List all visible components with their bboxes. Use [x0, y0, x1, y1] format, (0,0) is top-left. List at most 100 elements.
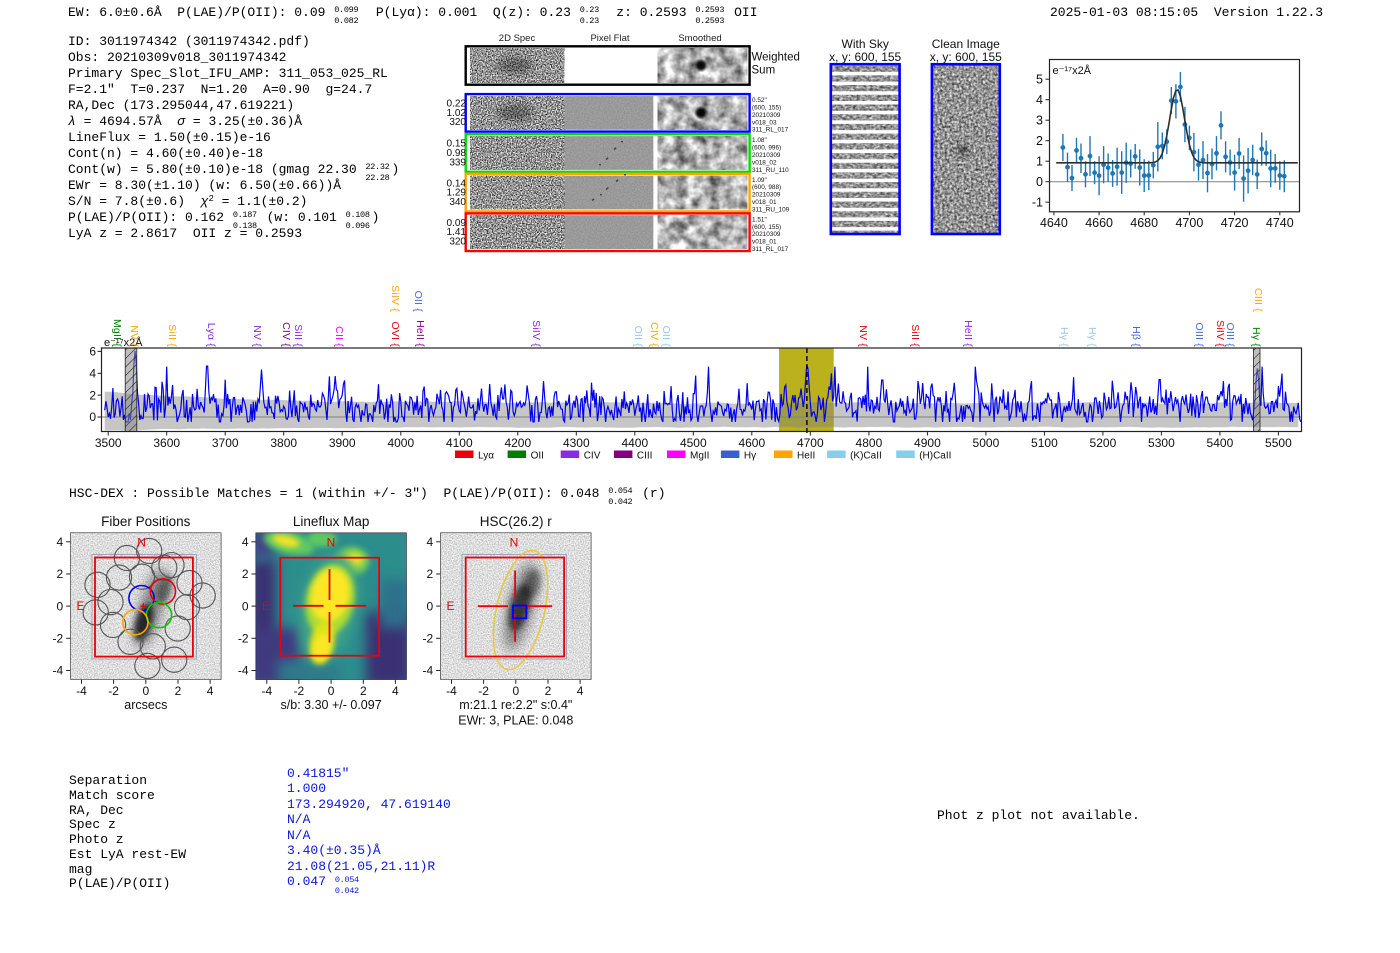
svg-text:4680: 4680: [1130, 216, 1158, 230]
svg-text:N: N: [510, 536, 519, 550]
svg-text:4700: 4700: [1175, 216, 1203, 230]
svg-text:Hγ: Hγ: [744, 451, 756, 462]
svg-text:4: 4: [57, 535, 64, 549]
svg-text:HSC(26.2) r: HSC(26.2) r: [480, 514, 553, 529]
svg-text:2: 2: [360, 684, 367, 698]
svg-text:4300: 4300: [563, 436, 590, 450]
svg-text:0: 0: [427, 599, 434, 613]
svg-text:Fiber Positions: Fiber Positions: [101, 514, 191, 529]
svg-text:4900: 4900: [914, 436, 941, 450]
svg-text:4400: 4400: [621, 436, 648, 450]
svg-text:x, y: 600, 155: x, y: 600, 155: [829, 50, 901, 64]
svg-text:5: 5: [1036, 72, 1043, 86]
svg-text:(600, 996): (600, 996): [752, 145, 781, 152]
svg-text:-4: -4: [53, 664, 64, 678]
svg-text:4600: 4600: [738, 436, 765, 450]
svg-text:EWr: 3, PLAE: 0.048: EWr: 3, PLAE: 0.048: [458, 714, 573, 728]
svg-text:4740: 4740: [1266, 216, 1294, 230]
svg-text:-4: -4: [76, 684, 87, 698]
svg-text:N: N: [137, 536, 146, 550]
svg-text:320: 320: [449, 117, 466, 128]
svg-text:2: 2: [242, 567, 249, 581]
svg-text:0.52": 0.52": [752, 97, 767, 104]
svg-text:4660: 4660: [1085, 216, 1113, 230]
svg-text:320: 320: [449, 237, 466, 248]
svg-text:x, y: 600, 155: x, y: 600, 155: [930, 50, 1002, 64]
svg-text:-2: -2: [478, 684, 489, 698]
svg-text:3600: 3600: [153, 436, 180, 450]
svg-text:4640: 4640: [1040, 216, 1068, 230]
svg-text:4720: 4720: [1221, 216, 1249, 230]
svg-text:3900: 3900: [329, 436, 356, 450]
svg-text:Clean Image: Clean Image: [932, 37, 1000, 51]
svg-text:4500: 4500: [680, 436, 707, 450]
svg-text:m:21.1 re:2.2" s:0.4": m:21.1 re:2.2" s:0.4": [459, 698, 572, 712]
svg-text:1.09": 1.09": [752, 177, 767, 184]
svg-text:20210309: 20210309: [752, 152, 781, 159]
svg-text:With Sky: With Sky: [842, 37, 889, 51]
svg-text:3: 3: [1036, 113, 1043, 127]
svg-text:0: 0: [242, 599, 249, 613]
svg-text:5200: 5200: [1090, 436, 1117, 450]
svg-text:20210309: 20210309: [752, 192, 781, 199]
svg-text:20210309: 20210309: [752, 231, 781, 238]
svg-text:0: 0: [89, 410, 96, 424]
svg-text:4: 4: [242, 535, 249, 549]
svg-text:1: 1: [1036, 154, 1043, 168]
svg-text:(600, 155): (600, 155): [752, 105, 781, 112]
svg-text:20210309: 20210309: [752, 112, 781, 119]
svg-text:-2: -2: [294, 684, 305, 698]
svg-text:-4: -4: [423, 664, 434, 678]
svg-text:1.08": 1.08": [752, 137, 767, 144]
svg-text:v018_03: v018_03: [752, 119, 777, 126]
svg-text:4000: 4000: [387, 436, 414, 450]
svg-text:5500: 5500: [1265, 436, 1292, 450]
svg-text:(H)CaII: (H)CaII: [919, 451, 951, 462]
svg-text:2: 2: [1036, 134, 1043, 148]
svg-text:Weighted: Weighted: [752, 52, 800, 64]
svg-text:(K)CaII: (K)CaII: [850, 451, 882, 462]
svg-text:CIV: CIV: [584, 451, 601, 462]
svg-text:5400: 5400: [1207, 436, 1234, 450]
svg-text:311_RU_109: 311_RU_109: [752, 206, 790, 213]
svg-text:3500: 3500: [95, 436, 122, 450]
svg-text:3700: 3700: [212, 436, 239, 450]
svg-text:4700: 4700: [797, 436, 824, 450]
svg-text:v018_01: v018_01: [752, 199, 777, 206]
svg-text:HeII: HeII: [797, 451, 815, 462]
svg-text:CIII: CIII: [637, 451, 653, 462]
svg-text:(600, 988): (600, 988): [752, 184, 781, 191]
svg-text:-4: -4: [446, 684, 457, 698]
svg-text:OII: OII: [531, 451, 544, 462]
svg-text:311_RL_017: 311_RL_017: [752, 127, 789, 134]
svg-text:311_RU_110: 311_RU_110: [752, 167, 789, 174]
svg-text:0: 0: [512, 684, 519, 698]
svg-text:5000: 5000: [973, 436, 1000, 450]
svg-text:v018_01: v018_01: [752, 239, 777, 246]
svg-text:(600, 155): (600, 155): [752, 224, 781, 231]
svg-text:2: 2: [89, 388, 96, 402]
svg-text:Smoothed: Smoothed: [678, 33, 721, 44]
svg-text:0: 0: [142, 684, 149, 698]
svg-text:2: 2: [545, 684, 552, 698]
svg-text:s/b: 3.30 +/- 0.097: s/b: 3.30 +/- 0.097: [281, 698, 382, 712]
svg-text:-2: -2: [53, 632, 64, 646]
svg-text:0: 0: [328, 684, 335, 698]
svg-text:MgII: MgII: [690, 451, 709, 462]
svg-text:5300: 5300: [1148, 436, 1175, 450]
svg-text:3800: 3800: [270, 436, 297, 450]
svg-text:-2: -2: [108, 684, 119, 698]
svg-text:0: 0: [1036, 175, 1043, 189]
svg-text:4: 4: [207, 684, 214, 698]
svg-text:Sum: Sum: [752, 65, 776, 77]
svg-text:N: N: [327, 536, 336, 550]
svg-text:4: 4: [89, 367, 96, 381]
svg-text:311_RL_017: 311_RL_017: [752, 246, 789, 253]
svg-text:4: 4: [427, 535, 434, 549]
svg-text:Lyα: Lyα: [478, 451, 494, 462]
svg-text:-4: -4: [261, 684, 272, 698]
svg-text:1.51": 1.51": [752, 216, 767, 223]
svg-text:0: 0: [57, 599, 64, 613]
svg-text:v018_02: v018_02: [752, 159, 777, 166]
svg-text:E: E: [76, 599, 84, 613]
